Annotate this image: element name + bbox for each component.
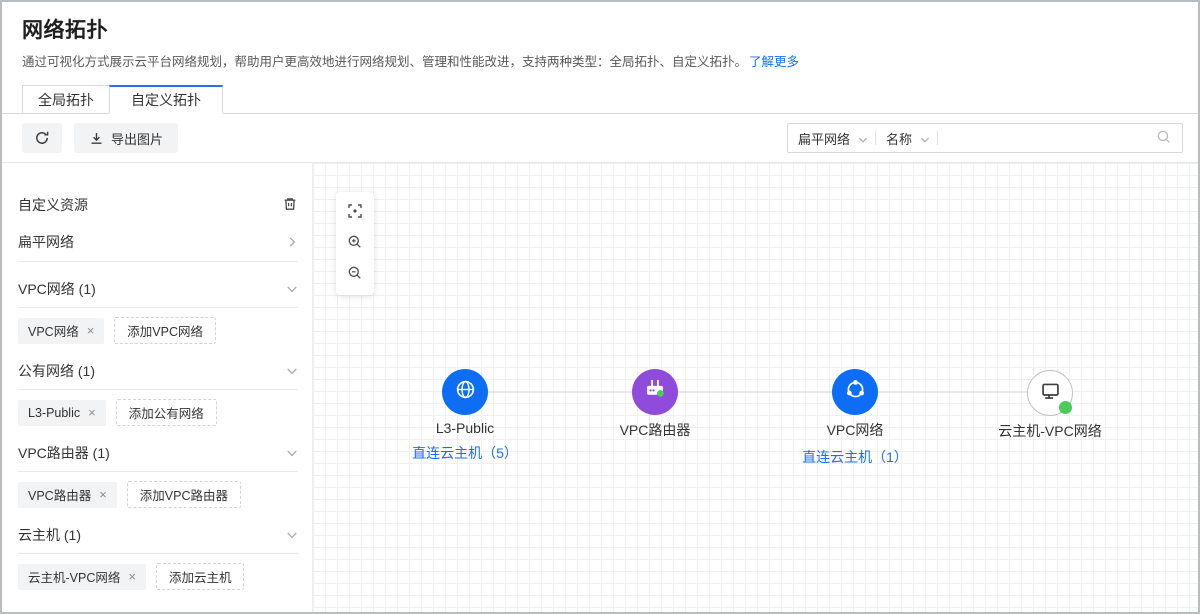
globe-icon <box>452 376 479 408</box>
divider <box>18 389 298 390</box>
chevron-down-icon <box>286 447 298 459</box>
chevron-down-icon[interactable] <box>858 132 868 147</box>
custom-resource-sidebar: 自定义资源 扁平网络 VPC网络 (1) <box>2 163 313 612</box>
clear-resources-button[interactable] <box>282 196 298 215</box>
trash-icon <box>282 196 298 215</box>
chevron-down-icon <box>286 365 298 377</box>
tag-label: VPC路由器 <box>28 485 91 504</box>
node-label: 云主机-VPC网络 <box>950 421 1150 441</box>
fit-view-button[interactable] <box>336 197 374 228</box>
share-network-icon <box>842 376 869 408</box>
router-icon <box>641 376 669 409</box>
export-image-label: 导出图片 <box>111 129 163 148</box>
node-vpc-router: VPC路由器 <box>555 369 755 440</box>
resource-tag-vm[interactable]: 云主机-VPC网络 × <box>18 564 146 590</box>
search-field-select[interactable]: 名称 <box>886 129 912 148</box>
vpc-network-node-circle[interactable] <box>832 369 878 415</box>
flat-network-label: 扁平网络 <box>18 232 74 252</box>
sidebar-section-public-network[interactable]: 公有网络 (1) <box>18 361 298 381</box>
node-vm: 云主机-VPC网络 <box>950 370 1150 441</box>
zoom-out-button[interactable] <box>336 259 374 290</box>
add-vpc-network-button[interactable]: 添加VPC网络 <box>114 317 216 344</box>
node-vpc-network: VPC网络 直连云主机（1） <box>755 369 955 467</box>
network-type-select[interactable]: 扁平网络 <box>798 129 850 148</box>
resource-tag-vpc-network[interactable]: VPC网络 × <box>18 318 104 344</box>
add-public-network-button[interactable]: 添加公有网络 <box>116 399 217 426</box>
network-topology-page: 网络拓扑 通过可视化方式展示云平台网络规划，帮助用户更高效地进行网络规划、管理和… <box>0 0 1200 614</box>
section-label: 云主机 (1) <box>18 525 81 545</box>
section-label: VPC网络 (1) <box>18 279 96 299</box>
page-description: 通过可视化方式展示云平台网络规划，帮助用户更高效地进行网络规划、管理和性能改进，… <box>22 54 1178 70</box>
vpc-network-tag-row: VPC网络 × 添加VPC网络 <box>18 317 298 344</box>
topology-tabbar: 全局拓扑 自定义拓扑 <box>2 85 1198 114</box>
divider <box>18 553 298 554</box>
search-input[interactable] <box>948 131 1150 146</box>
zoom-in-button[interactable] <box>336 228 374 259</box>
tab-custom-topology[interactable]: 自定义拓扑 <box>109 85 223 114</box>
page-header: 网络拓扑 通过可视化方式展示云平台网络规划，帮助用户更高效地进行网络规划、管理和… <box>2 2 1198 85</box>
resource-tag-l3-public[interactable]: L3-Public × <box>18 400 106 426</box>
node-label: L3-Public <box>365 420 565 436</box>
status-running-dot <box>1059 401 1072 414</box>
vpc-router-node-circle[interactable] <box>632 369 678 415</box>
divider <box>18 471 298 472</box>
sidebar-section-vpc-router[interactable]: VPC路由器 (1) <box>18 443 298 463</box>
canvas-zoom-panel <box>336 192 374 295</box>
toolbar: 导出图片 扁平网络 名称 <box>2 114 1198 163</box>
filter-separator <box>875 131 876 145</box>
add-vm-button[interactable]: 添加云主机 <box>156 563 245 590</box>
connected-vms-link[interactable]: 直连云主机（5） <box>412 443 518 463</box>
content: 自定义资源 扁平网络 VPC网络 (1) <box>2 163 1198 612</box>
vm-tag-row: 云主机-VPC网络 × 添加云主机 <box>18 563 298 590</box>
divider <box>18 261 298 262</box>
export-image-button[interactable]: 导出图片 <box>74 123 178 153</box>
zoom-in-icon <box>347 234 363 253</box>
zoom-out-icon <box>347 265 363 284</box>
fit-view-icon <box>347 203 363 222</box>
search-icon[interactable] <box>1156 129 1172 148</box>
refresh-button[interactable] <box>22 123 62 153</box>
tab-global-topology[interactable]: 全局拓扑 <box>22 85 110 114</box>
divider <box>18 307 298 308</box>
chevron-down-icon[interactable] <box>920 132 930 147</box>
section-label: VPC路由器 (1) <box>18 443 110 463</box>
tag-label: L3-Public <box>28 406 80 420</box>
sidebar-item-flat-network[interactable]: 扁平网络 <box>18 232 298 252</box>
section-label: 公有网络 (1) <box>18 361 95 381</box>
add-vpc-router-button[interactable]: 添加VPC路由器 <box>127 481 241 508</box>
remove-tag-icon[interactable]: × <box>87 324 95 337</box>
sidebar-section-vm[interactable]: 云主机 (1) <box>18 525 298 545</box>
sidebar-title-row: 自定义资源 <box>18 195 298 215</box>
learn-more-link[interactable]: 了解更多 <box>749 55 799 69</box>
vpc-router-tag-row: VPC路由器 × 添加VPC路由器 <box>18 481 298 508</box>
sidebar-title: 自定义资源 <box>18 195 88 215</box>
vm-node-circle[interactable] <box>1027 370 1073 416</box>
topology-canvas[interactable]: L3-Public 直连云主机（5） VPC路由器 <box>313 163 1198 612</box>
filter-separator <box>937 131 938 145</box>
tag-label: 云主机-VPC网络 <box>28 567 120 586</box>
node-label: VPC路由器 <box>555 420 755 440</box>
chevron-right-icon <box>286 236 298 248</box>
public-network-node-circle[interactable] <box>442 369 488 415</box>
chevron-down-icon <box>286 283 298 295</box>
connected-vms-link[interactable]: 直连云主机（1） <box>802 447 908 467</box>
sidebar-section-vpc-network[interactable]: VPC网络 (1) <box>18 279 298 299</box>
tag-label: VPC网络 <box>28 321 79 340</box>
download-icon <box>89 131 104 146</box>
resource-tag-vpc-router[interactable]: VPC路由器 × <box>18 482 117 508</box>
search-filter-group: 扁平网络 名称 <box>787 123 1183 153</box>
page-description-text: 通过可视化方式展示云平台网络规划，帮助用户更高效地进行网络规划、管理和性能改进，… <box>22 55 747 69</box>
node-l3-public: L3-Public 直连云主机（5） <box>365 369 565 463</box>
remove-tag-icon[interactable]: × <box>128 570 136 583</box>
public-network-tag-row: L3-Public × 添加公有网络 <box>18 399 298 426</box>
node-label: VPC网络 <box>755 420 955 440</box>
remove-tag-icon[interactable]: × <box>88 406 96 419</box>
chevron-down-icon <box>286 529 298 541</box>
refresh-icon <box>34 130 50 146</box>
remove-tag-icon[interactable]: × <box>99 488 107 501</box>
page-title: 网络拓扑 <box>22 17 1178 45</box>
